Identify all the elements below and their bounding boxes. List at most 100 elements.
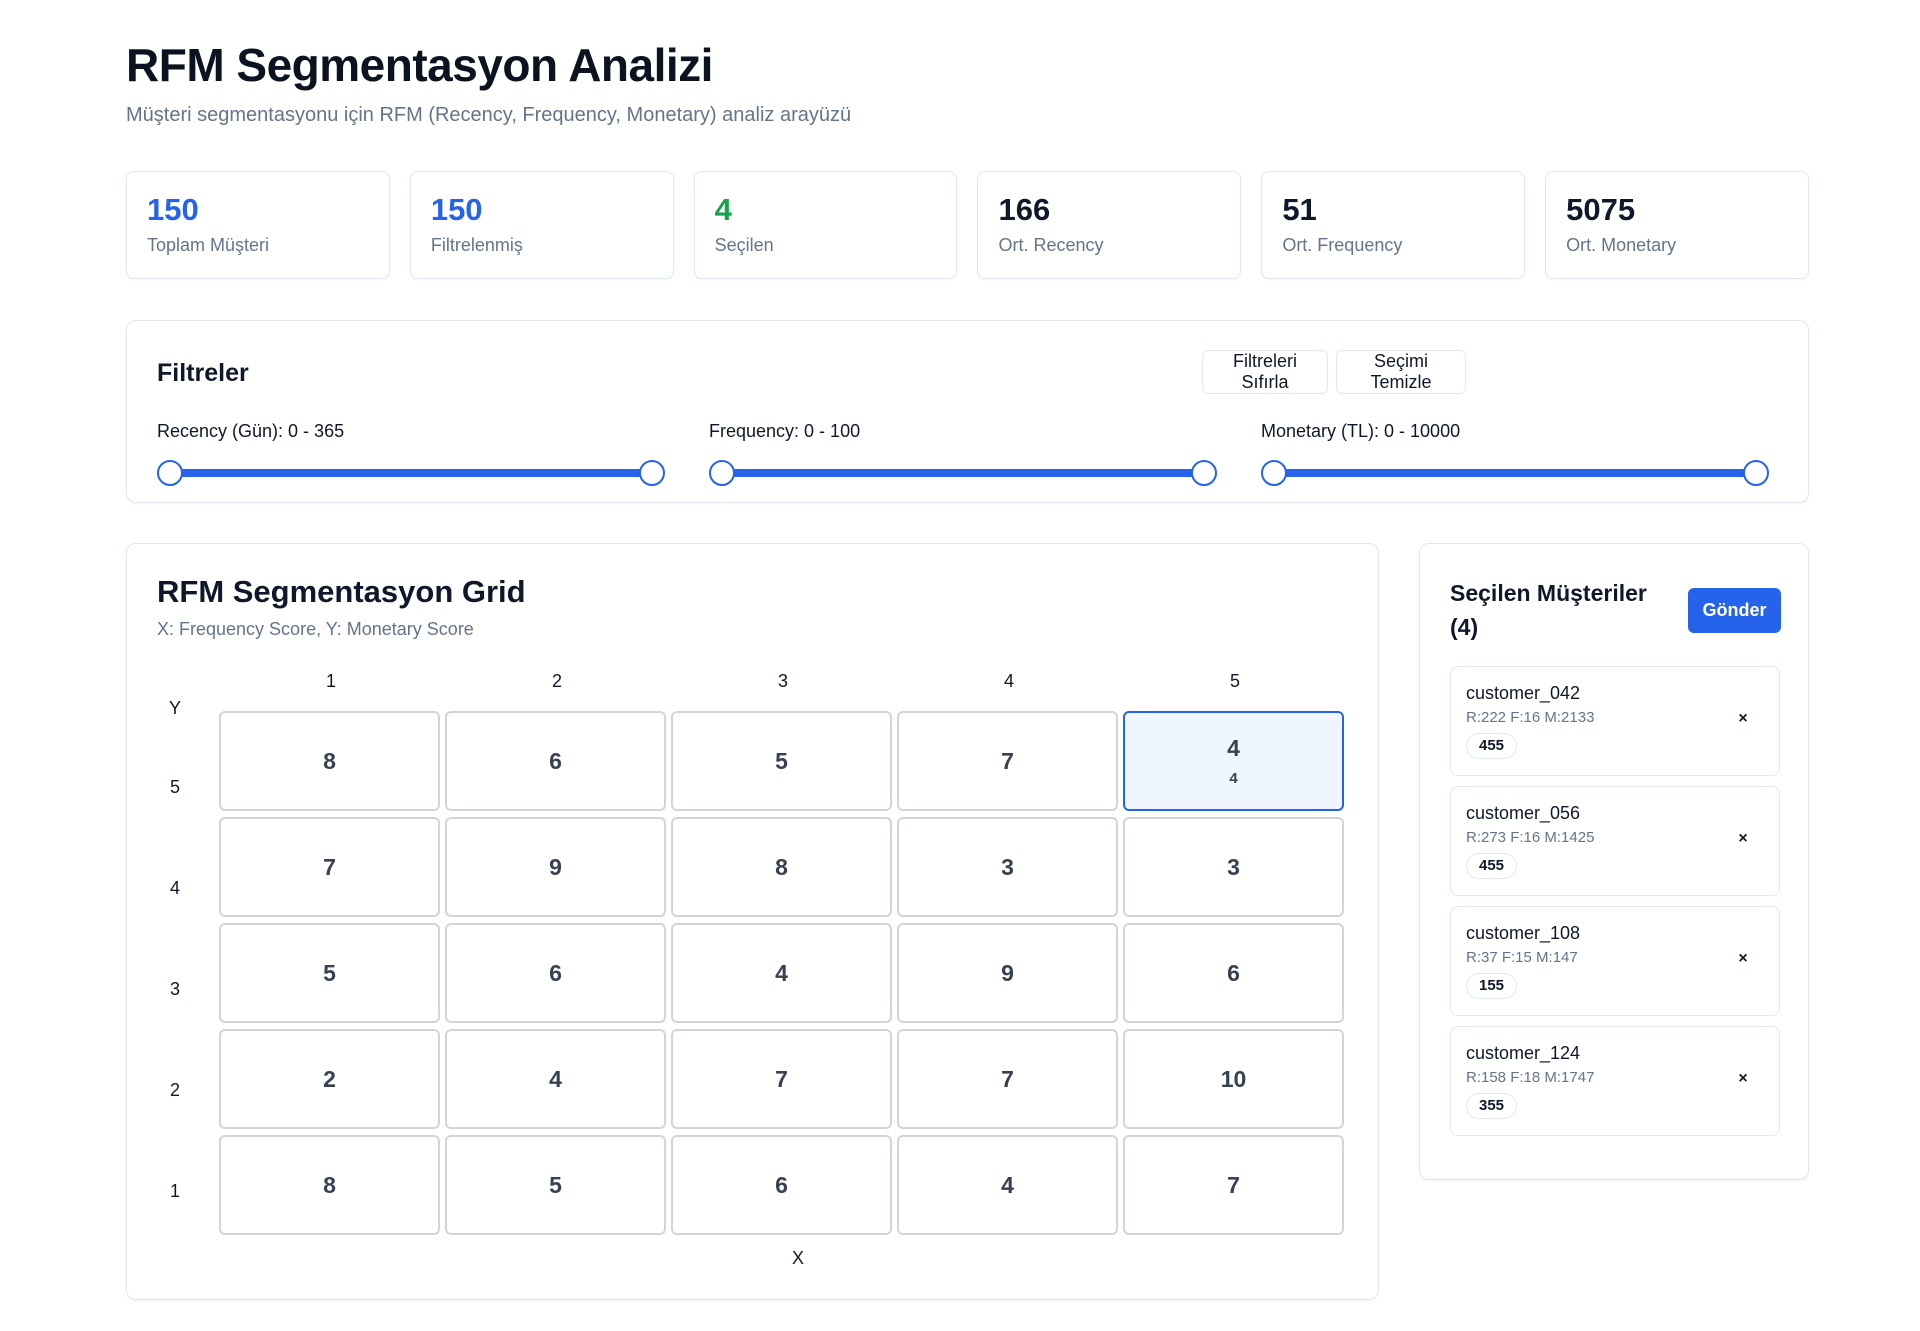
stat-label: Filtrelenmiş <box>430 235 523 255</box>
grid-cell-f3-m2[interactable]: 7 <box>671 1029 892 1129</box>
row-label: 5 <box>169 777 180 797</box>
stat-label: Ort. Frequency <box>1282 235 1403 255</box>
reset-filters-button[interactable]: Filtreleri Sıfırla <box>1202 350 1328 394</box>
remove-customer-icon[interactable]: × <box>1731 707 1755 731</box>
slider-track[interactable] <box>709 460 1217 486</box>
grid-cell-f2-m1[interactable]: 5 <box>445 1135 666 1235</box>
customer-card: customer_124 R:158 F:18 M:1747 355 × <box>1450 1026 1780 1136</box>
stat-card-selected: 4 Seçilen <box>693 171 958 279</box>
stat-card-avg-monetary: 5075 Ort. Monetary <box>1545 171 1809 279</box>
slider-min-handle[interactable] <box>709 460 735 486</box>
page-title: RFM Segmentasyon Analizi <box>126 39 713 91</box>
grid-cell-f1-m3[interactable]: 5 <box>219 923 440 1023</box>
row-label: 3 <box>169 979 180 999</box>
column-label: 3 <box>777 671 788 691</box>
remove-customer-icon[interactable]: × <box>1731 947 1755 971</box>
row-label: 2 <box>169 1080 180 1100</box>
remove-customer-icon[interactable]: × <box>1731 827 1755 851</box>
frequency-slider: Frequency: 0 - 100 <box>709 421 1217 486</box>
slider-max-handle[interactable] <box>639 460 665 486</box>
send-button[interactable]: Gönder <box>1688 588 1781 633</box>
grid-cell-f3-m3[interactable]: 4 <box>671 923 892 1023</box>
grid-cell-f4-m5[interactable]: 7 <box>897 711 1118 811</box>
slider-track[interactable] <box>1261 460 1769 486</box>
stat-card-avg-recency: 166 Ort. Recency <box>977 171 1242 279</box>
grid-title: RFM Segmentasyon Grid <box>157 574 526 609</box>
stat-value: 4 <box>714 192 732 227</box>
grid-cell-f2-m5[interactable]: 6 <box>445 711 666 811</box>
grid-cell-f5-m2[interactable]: 10 <box>1123 1029 1344 1129</box>
stats-row: 150 Toplam Müşteri 150 Filtrelenmiş 4 Se… <box>126 171 1809 279</box>
grid-cell-f4-m4[interactable]: 3 <box>897 817 1118 917</box>
grid-cell-f5-m3[interactable]: 6 <box>1123 923 1344 1023</box>
stat-label: Seçilen <box>714 235 774 255</box>
stat-card-filtered: 150 Filtrelenmiş <box>409 171 674 279</box>
x-axis-title: X <box>791 1248 804 1268</box>
column-label: 1 <box>325 671 336 691</box>
grid-cell-f3-m5[interactable]: 5 <box>671 711 892 811</box>
grid-cell-f1-m1[interactable]: 8 <box>219 1135 440 1235</box>
slider-range <box>721 469 1205 477</box>
cell-count: 5 <box>549 1171 562 1198</box>
stat-label: Ort. Monetary <box>1566 235 1677 255</box>
grid-cell-f3-m4[interactable]: 8 <box>671 817 892 917</box>
slider-label: Frequency: 0 - 100 <box>709 421 861 441</box>
cell-count: 8 <box>323 1171 336 1198</box>
y-axis-title: Y <box>168 698 181 718</box>
filters-panel: Filtreler Filtreleri Sıfırla Seçimi Temi… <box>126 320 1809 503</box>
row-label: 1 <box>169 1181 180 1201</box>
grid-cell-f1-m4[interactable]: 7 <box>219 817 440 917</box>
grid-cell-f4-m2[interactable]: 7 <box>897 1029 1118 1129</box>
selected-customers-title: Seçilen Müşteriler (4) <box>1450 580 1647 640</box>
grid-cell-f5-m5[interactable]: 44 <box>1123 711 1344 811</box>
grid-cell-f5-m4[interactable]: 3 <box>1123 817 1344 917</box>
customer-card: customer_042 R:222 F:16 M:2133 455 × <box>1450 666 1780 776</box>
slider-range <box>169 469 653 477</box>
slider-max-handle[interactable] <box>1191 460 1217 486</box>
cell-count: 9 <box>549 853 562 880</box>
cell-count: 10 <box>1220 1065 1247 1092</box>
clear-selection-button[interactable]: Seçimi Temizle <box>1336 350 1466 394</box>
remove-customer-icon[interactable]: × <box>1731 1067 1755 1091</box>
cell-count: 8 <box>775 853 788 880</box>
grid-cell-f4-m1[interactable]: 4 <box>897 1135 1118 1235</box>
cell-count: 6 <box>549 747 562 774</box>
rfm-score-badge: 355 <box>1466 1093 1518 1119</box>
grid-cell-f2-m4[interactable]: 9 <box>445 817 666 917</box>
stat-label: Toplam Müşteri <box>147 235 270 255</box>
customer-rfm-values: R:222 F:16 M:2133 <box>1466 709 1595 726</box>
stat-value: 166 <box>998 192 1051 227</box>
slider-min-handle[interactable] <box>157 460 183 486</box>
slider-label: Monetary (TL): 0 - 10000 <box>1261 421 1461 441</box>
cell-count: 3 <box>1001 853 1014 880</box>
grid-cell-f1-m5[interactable]: 8 <box>219 711 440 811</box>
grid-cell-f3-m1[interactable]: 6 <box>671 1135 892 1235</box>
stat-card-avg-frequency: 51 Ort. Frequency <box>1261 171 1526 279</box>
slider-min-handle[interactable] <box>1261 460 1287 486</box>
customer-card: customer_108 R:37 F:15 M:147 155 × <box>1450 906 1780 1016</box>
rfm-score-badge: 455 <box>1466 853 1518 879</box>
stat-value: 150 <box>430 192 483 227</box>
selected-customers-panel: Seçilen Müşteriler (4) Gönder customer_0… <box>1419 543 1809 1180</box>
column-label: 4 <box>1003 671 1014 691</box>
customer-rfm-values: R:158 F:18 M:1747 <box>1466 1069 1595 1086</box>
slider-track[interactable] <box>157 460 665 486</box>
grid-cell-f2-m2[interactable]: 4 <box>445 1029 666 1129</box>
cell-count: 2 <box>323 1065 336 1092</box>
grid-cell-f5-m1[interactable]: 7 <box>1123 1135 1344 1235</box>
monetary-slider: Monetary (TL): 0 - 10000 <box>1261 421 1769 486</box>
customer-id: customer_056 <box>1466 803 1581 823</box>
customer-id: customer_108 <box>1466 923 1581 943</box>
cell-count: 6 <box>549 959 562 986</box>
grid-cell-f2-m3[interactable]: 6 <box>445 923 666 1023</box>
grid-cell-f4-m3[interactable]: 9 <box>897 923 1118 1023</box>
cell-count: 8 <box>323 747 336 774</box>
slider-max-handle[interactable] <box>1743 460 1769 486</box>
column-label: 2 <box>551 671 562 691</box>
cell-count: 3 <box>1227 853 1240 880</box>
grid-cell-f1-m2[interactable]: 2 <box>219 1029 440 1129</box>
stat-label: Ort. Recency <box>998 235 1104 255</box>
cell-count: 4 <box>549 1065 562 1092</box>
filters-title: Filtreler <box>157 359 249 387</box>
cell-count: 9 <box>1001 959 1014 986</box>
